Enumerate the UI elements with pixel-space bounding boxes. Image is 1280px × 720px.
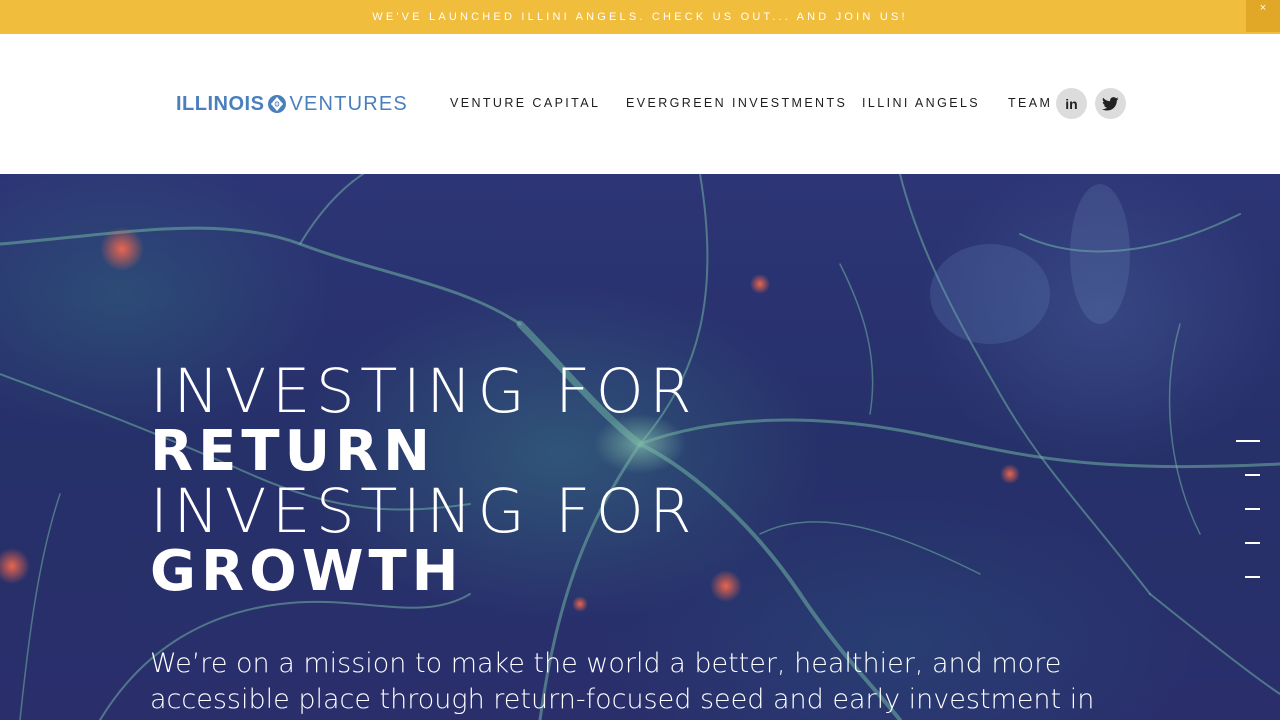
slide-indicator-5[interactable] (1245, 576, 1260, 578)
hero-heading: INVESTING FOR RETURN INVESTING FOR GROWT… (150, 356, 698, 604)
slide-indicator-1[interactable] (1236, 440, 1260, 442)
hero-line-4: GROWTH (150, 539, 464, 604)
slide-navigation (1230, 438, 1260, 578)
nav-venture-capital[interactable]: VENTURE CAPITAL (450, 96, 600, 110)
hero-line-3: INVESTING FOR (150, 476, 698, 547)
nav-illini-angels[interactable]: ILLINI ANGELS (862, 96, 980, 110)
logo-word-ventures: VENTURES (289, 92, 408, 115)
linkedin-button[interactable]: in (1056, 88, 1087, 119)
hero-line-1: INVESTING FOR (150, 356, 698, 427)
logo-word-illinois: ILLINOIS (176, 92, 265, 115)
announcement-bar: WE'VE LAUNCHED ILLINI ANGELS. CHECK US O… (0, 0, 1280, 34)
hero-mission-text: We’re on a mission to make the world a b… (150, 648, 1095, 715)
twitter-button[interactable] (1095, 88, 1126, 119)
hero-section: INVESTING FOR RETURN INVESTING FOR GROWT… (0, 174, 1280, 720)
announcement-link[interactable]: WE'VE LAUNCHED ILLINI ANGELS. CHECK US O… (0, 0, 1246, 34)
twitter-icon (1102, 96, 1119, 111)
site-logo[interactable]: ILLINOIS VENTURES (176, 92, 408, 116)
nav-evergreen-investments[interactable]: EVERGREEN INVESTMENTS (626, 96, 847, 110)
nav-team[interactable]: TEAM (1008, 96, 1052, 110)
linkedin-icon: in (1065, 95, 1078, 112)
close-icon: × (1259, 2, 1267, 14)
slide-indicator-3[interactable] (1245, 508, 1260, 510)
hero-line-2: RETURN (150, 419, 436, 484)
close-announcement-button[interactable]: × (1246, 0, 1280, 32)
logo-emblem-icon (268, 95, 287, 113)
slide-indicator-4[interactable] (1245, 542, 1260, 544)
site-header: ILLINOIS VENTURES VENTURE CAPITAL EVERGR… (0, 34, 1280, 174)
slide-indicator-2[interactable] (1245, 474, 1260, 476)
